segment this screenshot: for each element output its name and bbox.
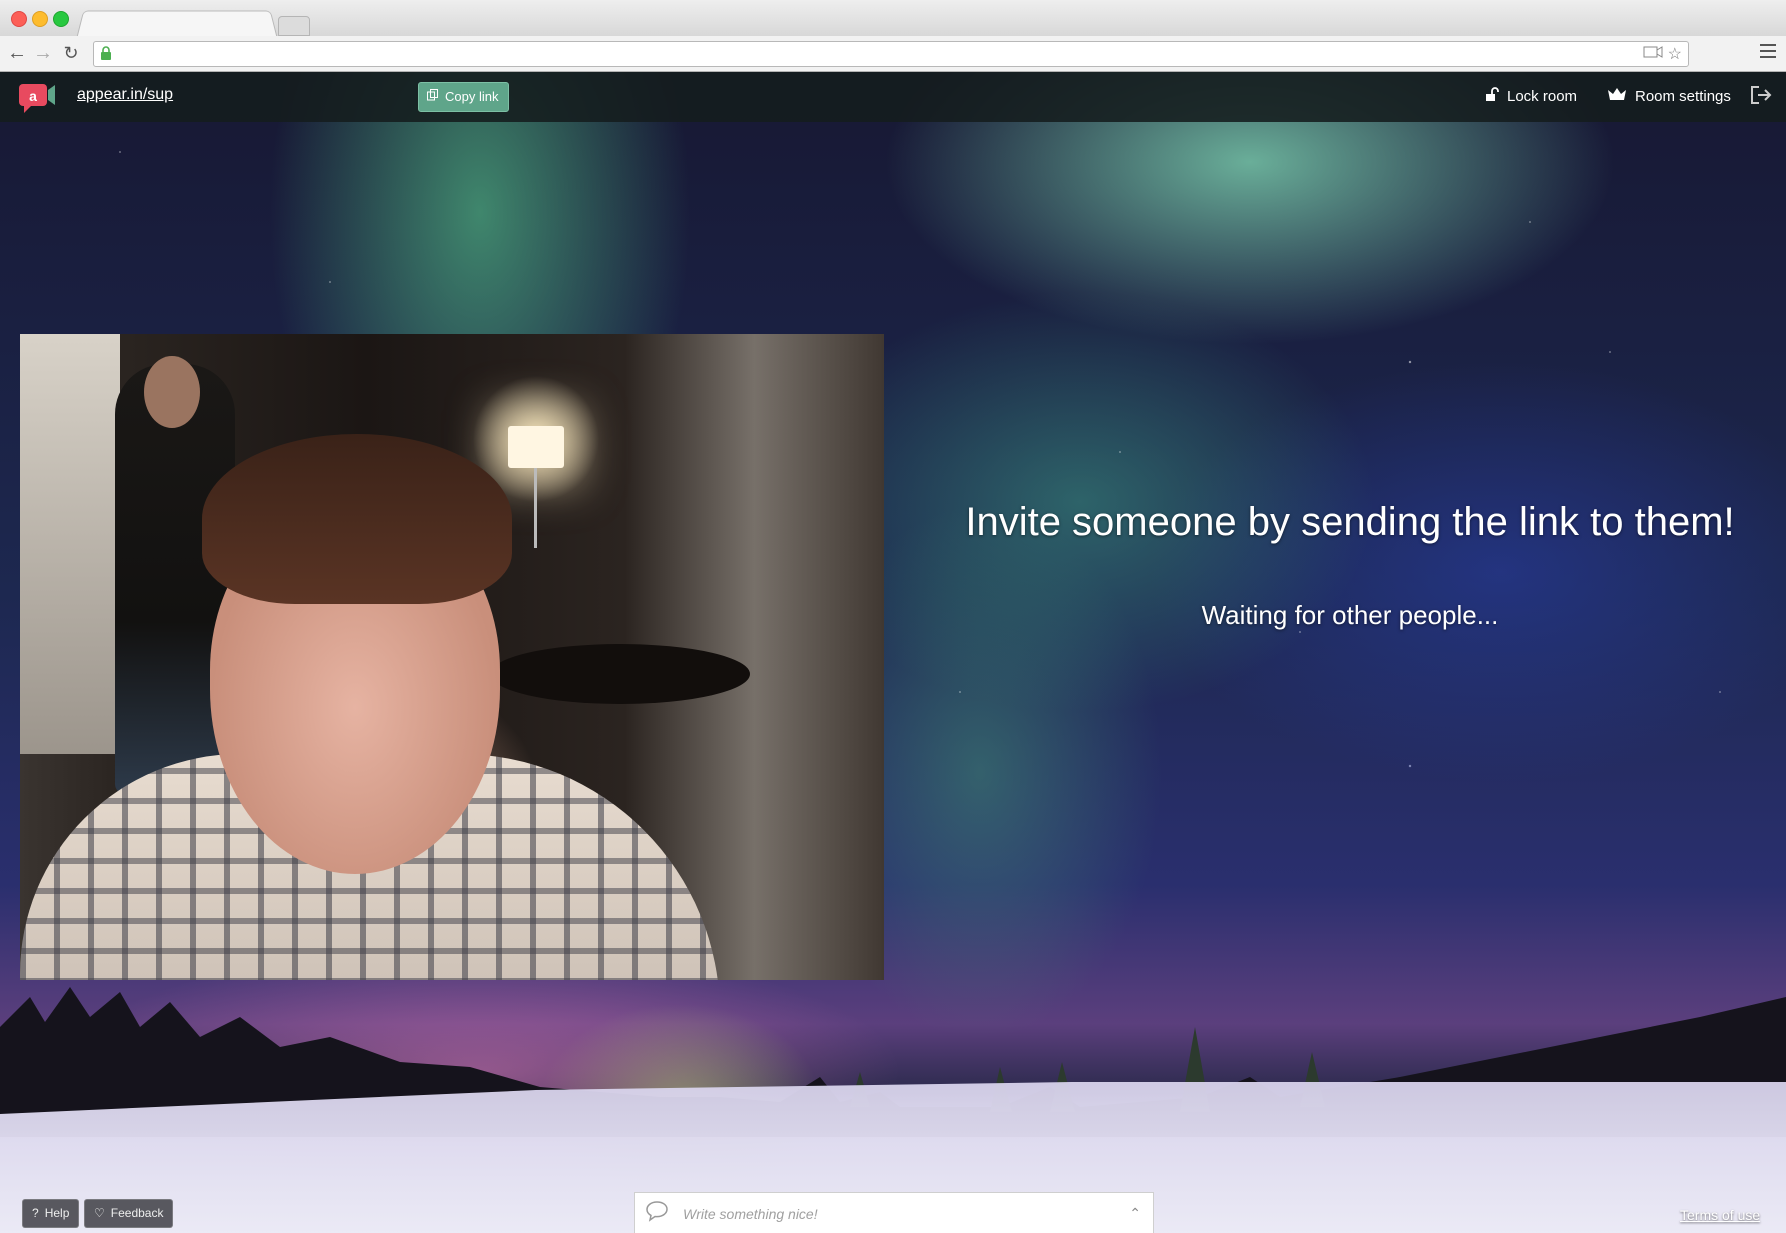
forward-icon[interactable]: →: [32, 42, 54, 64]
chat-box: ⌃: [634, 1192, 1154, 1233]
lock-room-label: Lock room: [1507, 87, 1578, 105]
help-button[interactable]: ? Help: [22, 1199, 80, 1228]
video-lamp: [508, 426, 564, 468]
heart-icon: ♡: [94, 1206, 105, 1220]
omnibox-actions: ☆: [1643, 44, 1682, 64]
close-window-button[interactable]: [11, 11, 27, 27]
star-icon[interactable]: ☆: [1668, 46, 1682, 63]
browser-titlebar: [0, 0, 1786, 38]
zoom-window-button[interactable]: [53, 11, 69, 27]
video-person-background-head: [144, 356, 200, 428]
lock-icon: [100, 46, 112, 65]
video-lamp-pole: [534, 468, 537, 548]
room-page: a appear.in/sup Copy link Lock room Room…: [0, 72, 1786, 1233]
room-header: a appear.in/sup Copy link Lock room Room…: [0, 72, 1786, 122]
chevron-up-icon[interactable]: ⌃: [1129, 1205, 1141, 1222]
copy-link-button[interactable]: Copy link: [418, 82, 510, 112]
leave-room-icon[interactable]: [1750, 85, 1772, 110]
menu-icon[interactable]: [1760, 44, 1776, 62]
terms-of-use-link[interactable]: Terms of use: [1680, 1207, 1760, 1223]
video-hair: [202, 434, 512, 604]
lock-room-button[interactable]: Lock room: [1485, 87, 1577, 105]
crown-icon: [1607, 87, 1627, 105]
browser-toolbar: ← → ↻ ☆: [0, 36, 1786, 72]
back-icon[interactable]: ←: [6, 42, 28, 64]
waiting-status: Waiting for other people...: [1201, 600, 1499, 630]
self-video: [20, 334, 884, 980]
copy-link-label: Copy link: [445, 89, 499, 104]
question-icon: ?: [32, 1206, 39, 1220]
minimize-window-button[interactable]: [32, 11, 48, 27]
svg-text:a: a: [29, 88, 37, 104]
unlocked-lock-icon: [1485, 87, 1499, 105]
room-settings-button[interactable]: Room settings: [1607, 87, 1731, 105]
new-tab-button[interactable]: [278, 16, 310, 36]
help-label: Help: [44, 1206, 70, 1220]
room-settings-label: Room settings: [1635, 87, 1731, 105]
feedback-label: Feedback: [110, 1206, 164, 1220]
appear-in-logo-icon[interactable]: a: [18, 81, 58, 120]
copy-icon: [427, 83, 439, 111]
chat-input[interactable]: [681, 1204, 1105, 1223]
video-kitchen-wall: [20, 334, 120, 754]
invite-heading: Invite someone by sending the link to th…: [965, 500, 1735, 544]
feedback-button[interactable]: ♡ Feedback: [84, 1199, 174, 1228]
reload-icon[interactable]: ↻: [60, 42, 82, 64]
video-table: [490, 644, 750, 704]
address-bar[interactable]: ☆: [93, 41, 1689, 67]
browser-tab[interactable]: [76, 10, 278, 38]
room-url-link[interactable]: appear.in/sup: [77, 86, 173, 104]
speech-bubble-icon: [645, 1200, 669, 1227]
camera-icon[interactable]: [1643, 46, 1667, 63]
